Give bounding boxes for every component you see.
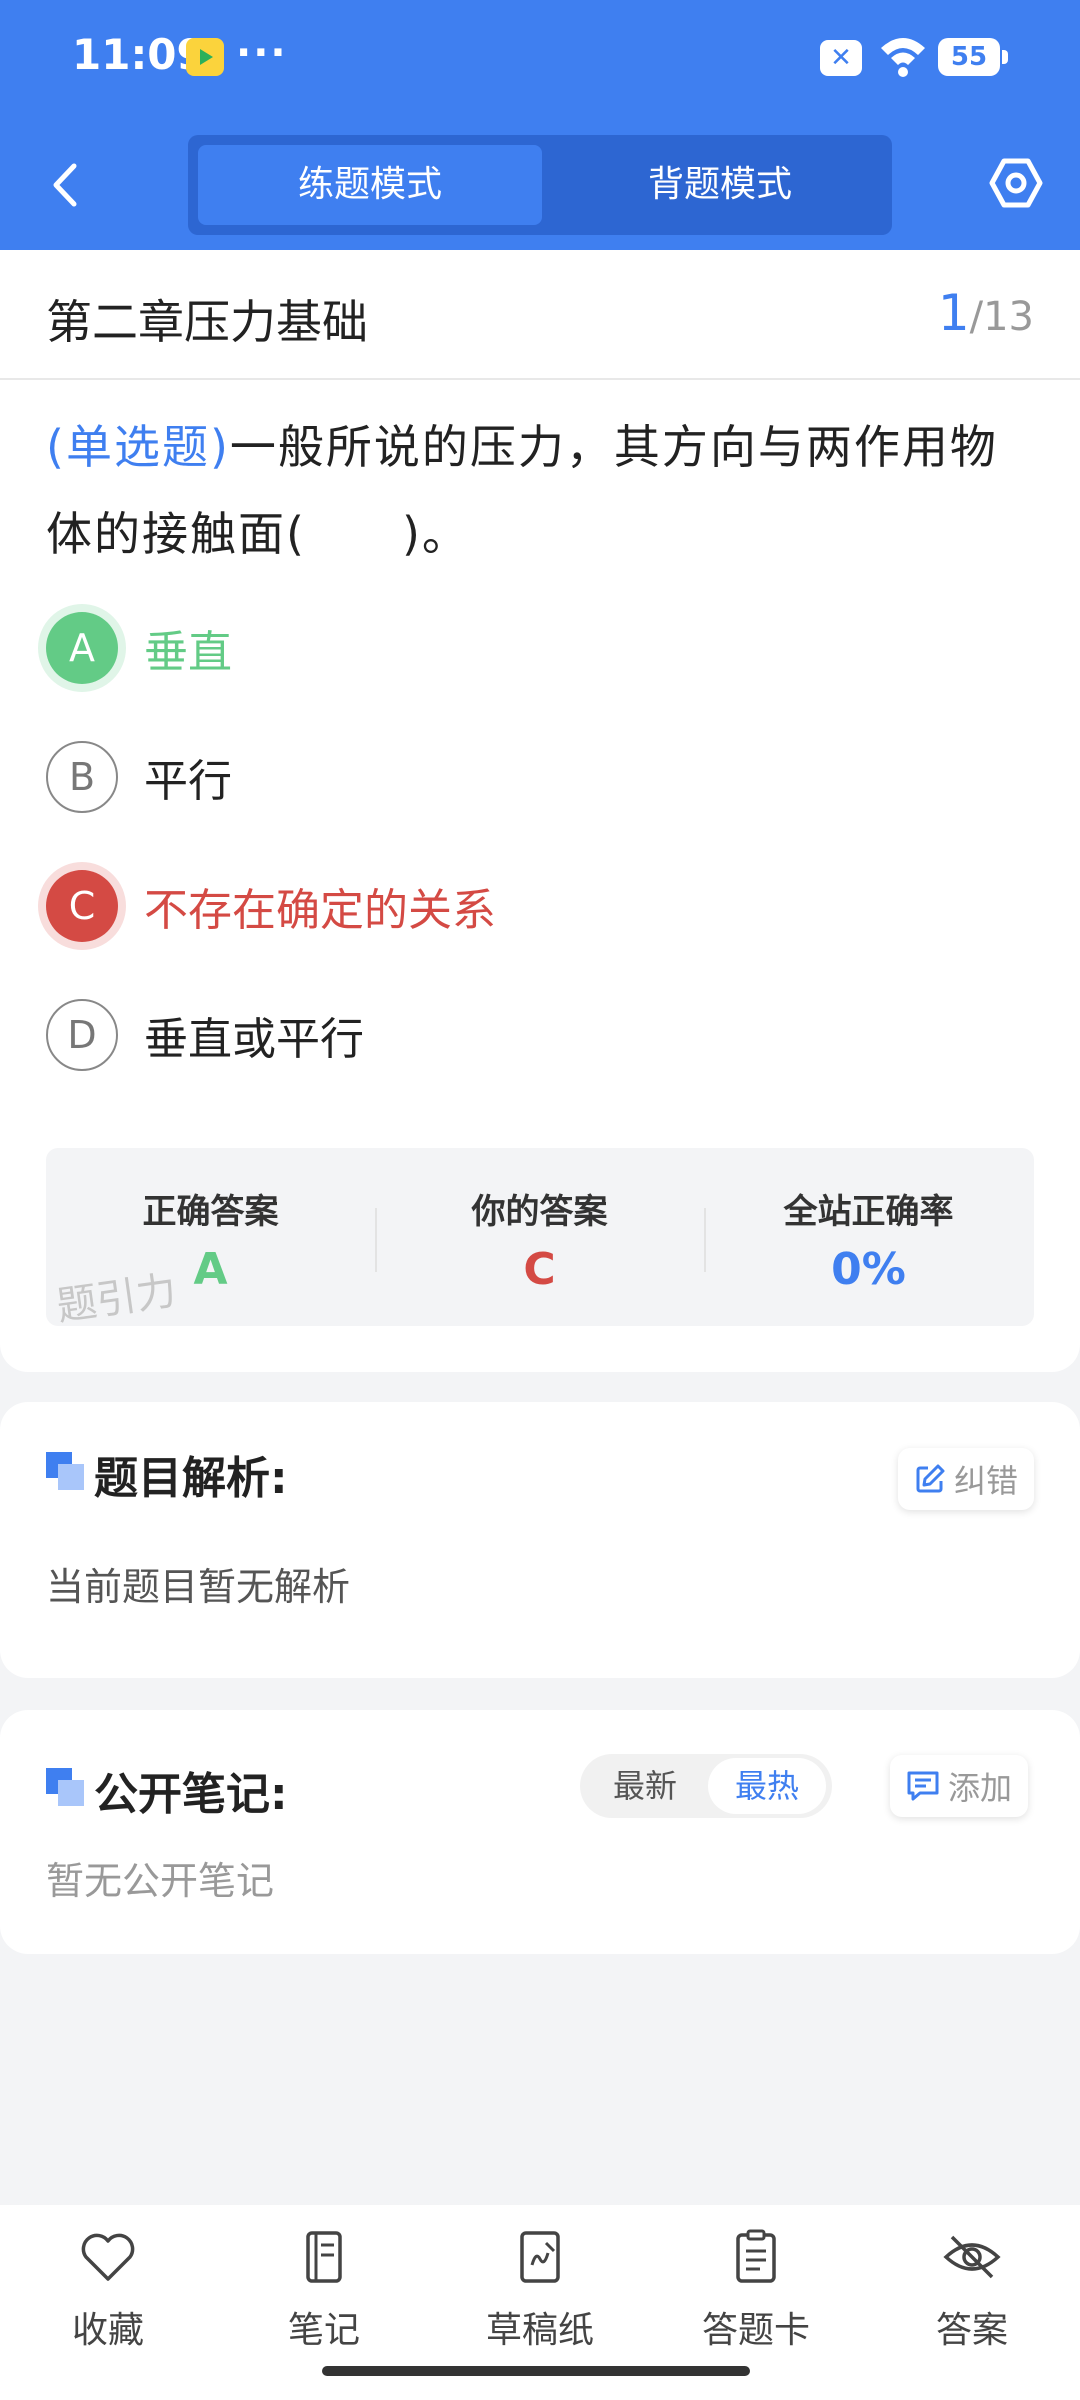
nav-favorite[interactable]: 收藏	[0, 2227, 216, 2377]
nav-draft-paper[interactable]: 草稿纸	[432, 2227, 648, 2377]
wifi-icon	[878, 34, 928, 78]
home-indicator[interactable]	[322, 2366, 750, 2376]
back-button[interactable]	[40, 150, 90, 220]
comment-icon	[907, 1771, 939, 1801]
tab-recite-mode[interactable]: 背题模式	[548, 145, 892, 225]
option-letter: C	[46, 870, 118, 942]
back-icon	[53, 163, 77, 207]
sort-hottest-option[interactable]: 最热	[708, 1758, 826, 1814]
nav-label: 草稿纸	[485, 2310, 594, 2351]
nav-label: 笔记	[287, 2310, 360, 2351]
add-note-button[interactable]: 添加	[890, 1755, 1029, 1817]
option-c[interactable]: C 不存在确定的关系	[46, 866, 1026, 946]
nav-label: 收藏	[71, 2310, 144, 2351]
eye-off-icon	[943, 2235, 1001, 2279]
answer-card-icon	[736, 2229, 776, 2283]
analysis-title: 题目解析:	[94, 1453, 288, 1504]
battery-icon: 55	[938, 38, 1008, 76]
notes-empty-text: 暂无公开笔记	[46, 1859, 275, 1903]
app-notification-icon	[186, 38, 224, 76]
heart-icon	[81, 2233, 135, 2281]
your-answer-column: 你的答案 C	[375, 1148, 704, 1326]
question-card: (单选题)一般所说的压力，其方向与两作用物体的接触面( )。 A 垂直 B 平行…	[0, 380, 1080, 1372]
draft-paper-icon	[520, 2231, 560, 2283]
edit-icon	[916, 1464, 945, 1493]
option-letter: A	[46, 612, 118, 684]
chapter-title-bar: 第二章压力基础 1/13	[0, 250, 1080, 380]
question-counter[interactable]: 1/13	[938, 284, 1034, 342]
nav-answer-card[interactable]: 答题卡	[648, 2227, 864, 2377]
add-note-label: 添加	[948, 1769, 1013, 1807]
accuracy-column: 全站正确率 0%	[704, 1148, 1033, 1326]
more-notifications-icon: ···	[236, 30, 288, 76]
nav-notes[interactable]: 笔记	[216, 2227, 432, 2377]
nav-answer[interactable]: 答案	[864, 2227, 1080, 2377]
option-text: 垂直	[144, 627, 232, 678]
settings-button[interactable]	[988, 155, 1044, 211]
settings-hexagon-icon	[989, 158, 1043, 208]
current-question-number: 1	[937, 284, 970, 342]
analysis-empty-text: 当前题目暂无解析	[46, 1565, 351, 1609]
status-bar: 11:09 ··· ✕ 55	[0, 0, 1080, 118]
header: 11:09 ··· ✕ 55 练题模式 背题模式	[0, 0, 1080, 250]
public-notes-card: 公开笔记: 最新 最热 添加 暂无公开笔记	[0, 1710, 1080, 1954]
notebook-icon	[306, 2231, 342, 2283]
mode-tabs: 练题模式 背题模式	[188, 135, 892, 235]
option-letter: B	[46, 741, 118, 813]
nav-label: 答案	[935, 2310, 1008, 2351]
section-icon	[46, 1768, 84, 1806]
question-type: (单选题)	[46, 420, 230, 474]
report-error-button[interactable]: 纠错	[898, 1448, 1035, 1510]
question-text: (单选题)一般所说的压力，其方向与两作用物体的接触面( )。	[46, 404, 1042, 578]
section-icon	[46, 1452, 84, 1490]
report-error-label: 纠错	[954, 1462, 1019, 1500]
option-a[interactable]: A 垂直	[46, 608, 1026, 688]
option-text: 平行	[144, 756, 232, 807]
chapter-title: 第二章压力基础	[46, 295, 368, 349]
accuracy-label: 全站正确率	[783, 1192, 954, 1232]
option-text: 不存在确定的关系	[144, 885, 496, 936]
nav-label: 答题卡	[701, 2310, 810, 2351]
analysis-card: 题目解析: 纠错 当前题目暂无解析	[0, 1402, 1080, 1678]
your-answer-value: C	[523, 1244, 556, 1295]
accuracy-value: 0%	[831, 1244, 906, 1295]
notes-title: 公开笔记:	[94, 1769, 288, 1820]
notes-sort-toggle: 最新 最热	[580, 1754, 832, 1818]
total-questions: /13	[969, 294, 1034, 340]
your-answer-label: 你的答案	[471, 1192, 608, 1232]
option-text: 垂直或平行	[144, 1014, 364, 1065]
option-letter: D	[46, 999, 118, 1071]
option-b[interactable]: B 平行	[46, 737, 1026, 817]
tab-practice-mode[interactable]: 练题模式	[198, 145, 542, 225]
no-sim-icon: ✕	[820, 40, 862, 76]
answer-summary: 正确答案 A 你的答案 C 全站正确率 0% 题引力	[46, 1148, 1034, 1330]
option-d[interactable]: D 垂直或平行	[46, 995, 1026, 1075]
correct-answer-label: 正确答案	[142, 1192, 279, 1232]
sort-latest-option[interactable]: 最新	[586, 1758, 704, 1814]
